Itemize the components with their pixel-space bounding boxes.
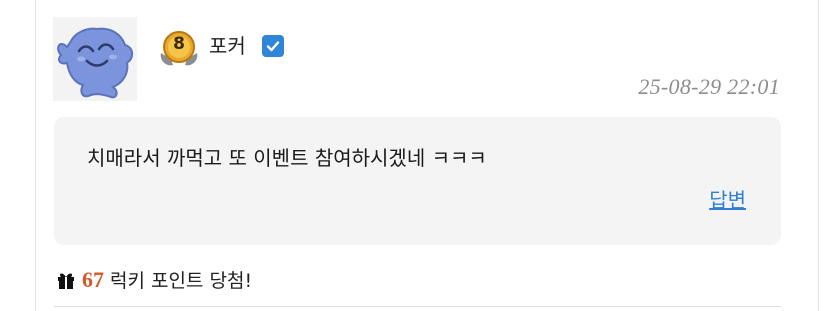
divider <box>54 306 781 307</box>
gift-icon <box>56 270 76 290</box>
lucky-point-amount: 67 <box>82 266 104 292</box>
comment-text: 치매라서 까먹고 또 이벤트 참여하시겠네 ㅋㅋㅋ <box>87 146 487 170</box>
lucky-point-label: 럭키 포인트 당첨! <box>110 270 253 292</box>
author-name[interactable]: 포커 <box>209 34 246 58</box>
lucky-point-notice: 67 럭키 포인트 당첨! <box>56 266 252 293</box>
blue-ghost-avatar-icon <box>57 27 133 99</box>
avatar[interactable] <box>53 17 137 101</box>
level-badge: 8 <box>157 27 201 71</box>
comment-body: 치매라서 까먹고 또 이벤트 참여하시겠네 ㅋㅋㅋ 답변 <box>54 117 781 245</box>
verified-check-icon <box>262 35 284 57</box>
level-number: 8 <box>173 34 185 54</box>
comment-timestamp: 25-08-29 22:01 <box>638 74 780 99</box>
reply-button[interactable]: 답변 <box>709 187 746 213</box>
